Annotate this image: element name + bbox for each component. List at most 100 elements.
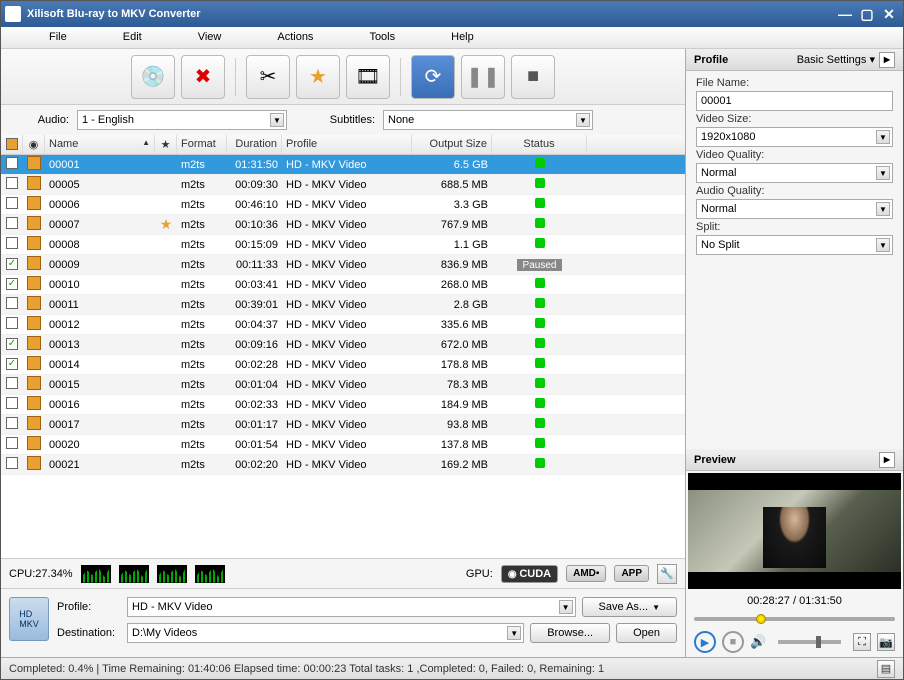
cell-duration: 00:39:01 [227,299,282,311]
row-checkbox[interactable] [6,278,18,290]
col-check[interactable] [1,135,23,154]
add-clip-button[interactable]: 🎞 [346,55,390,99]
fullscreen-icon[interactable]: ⛶ [853,633,871,651]
table-row[interactable]: 00012m2ts00:04:37HD - MKV Video335.6 MB [1,315,685,335]
col-disc[interactable]: ◉ [23,135,45,154]
row-checkbox[interactable] [6,237,18,249]
status-ok-icon [535,338,545,348]
cell-profile: HD - MKV Video [282,259,412,271]
preview-timeline[interactable] [694,611,895,627]
menu-file[interactable]: File [21,27,95,48]
expand-right-icon[interactable]: ▶ [879,452,895,468]
table-row[interactable]: 00017m2ts00:01:17HD - MKV Video93.8 MB [1,415,685,435]
table-row[interactable]: 00005m2ts00:09:30HD - MKV Video688.5 MB [1,175,685,195]
log-icon[interactable]: ▤ [877,660,895,678]
row-checkbox[interactable] [6,297,18,309]
col-status[interactable]: Status [492,135,587,154]
audio-combo[interactable]: 1 - English ▼ [77,110,287,130]
split-label: Split: [696,221,893,233]
minimize-button[interactable]: — [835,6,855,22]
table-row[interactable]: 00016m2ts00:02:33HD - MKV Video184.9 MB [1,395,685,415]
table-row[interactable]: 00011m2ts00:39:01HD - MKV Video2.8 GB [1,295,685,315]
profile-combo[interactable]: HD - MKV Video▼ [127,597,576,617]
table-row[interactable]: 00008m2ts00:15:09HD - MKV Video1.1 GB [1,235,685,255]
cell-profile: HD - MKV Video [282,359,412,371]
volume-icon[interactable]: 🔊 [750,634,766,650]
col-size[interactable]: Output Size [412,135,492,154]
cut-button[interactable]: ✂ [246,55,290,99]
volume-slider[interactable] [778,640,841,644]
row-checkbox[interactable] [6,197,18,209]
table-row[interactable]: 00007★m2ts00:10:36HD - MKV Video767.9 MB [1,215,685,235]
file-name-input[interactable] [696,91,893,111]
row-checkbox[interactable] [6,437,18,449]
subtitles-combo[interactable]: None ▼ [383,110,593,130]
col-format[interactable]: Format [177,135,227,154]
row-checkbox[interactable] [6,217,18,229]
row-checkbox[interactable] [6,377,18,389]
convert-button[interactable]: ⟳ [411,55,455,99]
cpu-graph-icon [81,565,111,583]
snapshot-icon[interactable]: 📷 [877,633,895,651]
film-icon [27,256,41,270]
table-row[interactable]: 00006m2ts00:46:10HD - MKV Video3.3 GB [1,195,685,215]
table-row[interactable]: 00021m2ts00:02:20HD - MKV Video169.2 MB [1,455,685,475]
cell-status [492,418,587,431]
col-profile[interactable]: Profile [282,135,412,154]
delete-button[interactable]: ✖ [181,55,225,99]
split-combo[interactable]: No Split▼ [696,235,893,255]
close-button[interactable]: ✕ [879,6,899,22]
wrench-icon[interactable]: 🔧 [657,564,677,584]
preview-video[interactable] [688,473,901,589]
play-button[interactable]: ▶ [694,631,716,653]
open-disc-button[interactable]: 💿 [131,55,175,99]
table-row[interactable]: 00013m2ts00:09:16HD - MKV Video672.0 MB [1,335,685,355]
table-row[interactable]: 00014m2ts00:02:28HD - MKV Video178.8 MB [1,355,685,375]
open-button[interactable]: Open [616,623,677,643]
row-checkbox[interactable] [6,157,18,169]
menu-edit[interactable]: Edit [95,27,170,48]
cell-size: 836.9 MB [412,259,492,271]
table-row[interactable]: 00001m2ts01:31:50HD - MKV Video6.5 GB [1,155,685,175]
row-checkbox[interactable] [6,338,18,350]
destination-combo[interactable]: D:\My Videos▼ [127,623,524,643]
cell-status [492,298,587,311]
menu-view[interactable]: View [170,27,250,48]
pause-button[interactable]: ❚❚ [461,55,505,99]
menu-actions[interactable]: Actions [249,27,341,48]
file-name-label: File Name: [696,77,893,89]
row-checkbox[interactable] [6,177,18,189]
menu-tools[interactable]: Tools [341,27,423,48]
expand-right-icon[interactable]: ▶ [879,52,895,68]
row-checkbox[interactable] [6,258,18,270]
cell-name: 00007 [45,219,155,231]
stop-button[interactable]: ■ [511,55,555,99]
row-checkbox[interactable] [6,457,18,469]
maximize-button[interactable]: ▢ [857,6,877,22]
row-checkbox[interactable] [6,317,18,329]
stop-preview-button[interactable]: ■ [722,631,744,653]
row-checkbox[interactable] [6,397,18,409]
effects-button[interactable]: ★ [296,55,340,99]
table-row[interactable]: 00020m2ts00:01:54HD - MKV Video137.8 MB [1,435,685,455]
video-size-combo[interactable]: 1920x1080▼ [696,127,893,147]
star-icon: ★ [160,216,173,232]
col-star[interactable]: ★ [155,135,177,154]
cell-duration: 00:15:09 [227,239,282,251]
col-duration[interactable]: Duration [227,135,282,154]
basic-settings-toggle[interactable]: Basic Settings ▾ [797,53,875,66]
video-quality-combo[interactable]: Normal▼ [696,163,893,183]
table-row[interactable]: 00010m2ts00:03:41HD - MKV Video268.0 MB [1,275,685,295]
menu-help[interactable]: Help [423,27,502,48]
save-as-button[interactable]: Save As...▼ [582,597,677,617]
timeline-thumb-icon[interactable] [756,614,766,624]
file-table[interactable]: ◉ Name ▲ ★ Format Duration Profile Outpu… [1,135,685,558]
col-name[interactable]: Name ▲ [45,135,155,154]
table-row[interactable]: 00009m2ts00:11:33HD - MKV Video836.9 MBP… [1,255,685,275]
browse-button[interactable]: Browse... [530,623,610,643]
audio-quality-combo[interactable]: Normal▼ [696,199,893,219]
row-checkbox[interactable] [6,417,18,429]
row-checkbox[interactable] [6,358,18,370]
table-row[interactable]: 00015m2ts00:01:04HD - MKV Video78.3 MB [1,375,685,395]
titlebar[interactable]: Xilisoft Blu-ray to MKV Converter — ▢ ✕ [1,1,903,27]
